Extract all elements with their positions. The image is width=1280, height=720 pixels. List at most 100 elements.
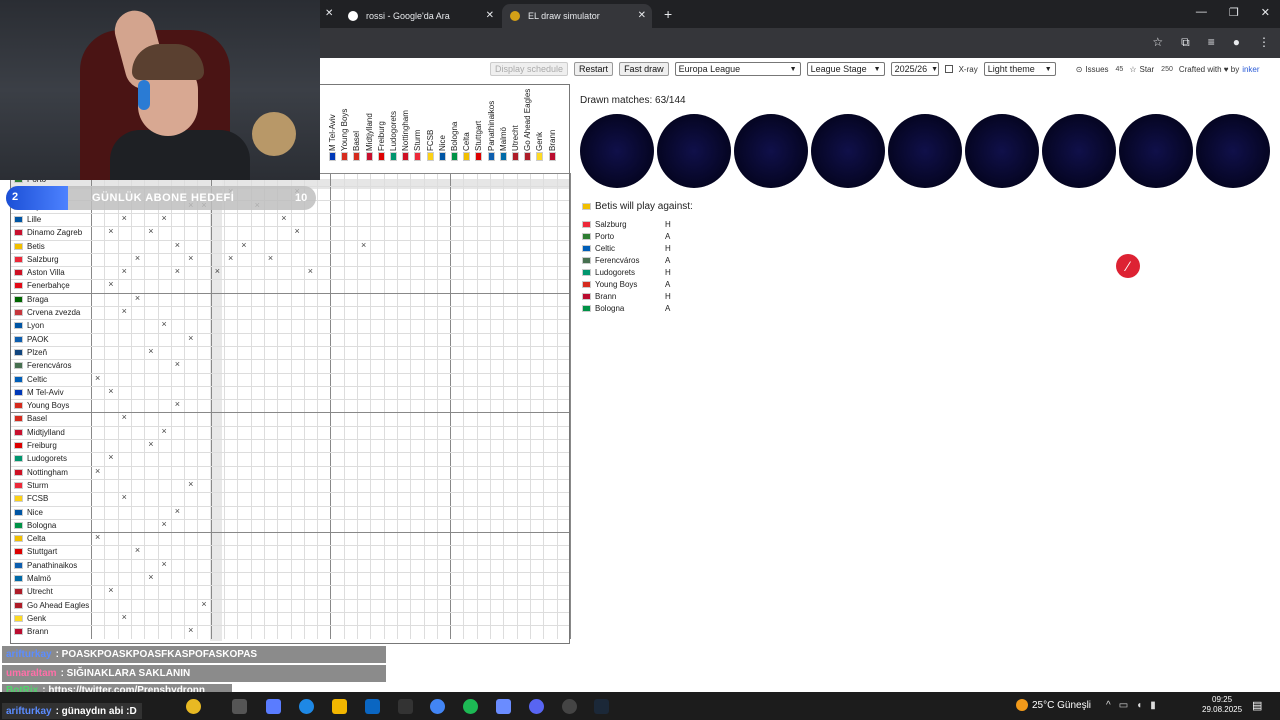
row-team-label: Braga bbox=[14, 295, 48, 304]
chevron-up-icon[interactable]: ^ bbox=[1106, 700, 1111, 711]
pot-ball[interactable] bbox=[580, 114, 654, 188]
team-name: Go Ahead Eagles bbox=[27, 600, 90, 610]
chat-text: : SIĞINAKLARA SAKLANIN bbox=[60, 668, 191, 679]
network-icon[interactable]: ▭ bbox=[1119, 700, 1128, 711]
xray-toggle[interactable]: X-ray bbox=[944, 65, 978, 74]
country-flag-icon bbox=[14, 535, 23, 543]
issues-link[interactable]: ⊙ Issues 45 bbox=[1076, 65, 1124, 74]
column-team-name: Midtjylland bbox=[364, 113, 374, 151]
obs-icon[interactable] bbox=[562, 699, 577, 714]
row-team-label: Lille bbox=[14, 215, 41, 224]
opponent-name: Young Boys bbox=[595, 279, 638, 289]
fast-draw-button[interactable]: Fast draw bbox=[619, 62, 669, 76]
tab-close-icon[interactable]: ✕ bbox=[638, 10, 646, 21]
row-team-label: Salzburg bbox=[14, 255, 59, 264]
stage-select[interactable]: League Stage ▼ bbox=[806, 62, 885, 76]
steam-icon[interactable] bbox=[594, 699, 609, 714]
country-flag-icon bbox=[582, 280, 591, 288]
pot-ball[interactable] bbox=[888, 114, 962, 188]
row-team-label: Panathinaikos bbox=[14, 561, 77, 570]
edge-icon[interactable] bbox=[299, 699, 314, 714]
xbox-icon[interactable] bbox=[398, 699, 413, 714]
pot-ball[interactable] bbox=[734, 114, 808, 188]
country-flag-icon bbox=[341, 152, 349, 161]
media-icon[interactable]: ≡ bbox=[1208, 35, 1215, 50]
bookmark-star-icon[interactable]: ☆ bbox=[1152, 35, 1163, 50]
display-schedule-button[interactable]: Display schedule bbox=[490, 62, 569, 76]
team-name: Celta bbox=[27, 534, 46, 544]
file-explorer-icon[interactable] bbox=[332, 699, 347, 714]
pot-ball[interactable] bbox=[965, 114, 1039, 188]
country-flag-icon bbox=[414, 152, 422, 161]
chrome-icon[interactable] bbox=[430, 699, 445, 714]
tab-google-search[interactable]: rossi - Google'da Ara ✕ bbox=[340, 4, 500, 28]
minimize-icon[interactable]: — bbox=[1196, 6, 1207, 19]
team-name: Celtic bbox=[27, 374, 48, 384]
match-mark: × bbox=[361, 239, 367, 250]
table-row: Braga bbox=[11, 292, 569, 306]
pot-ball[interactable] bbox=[1196, 114, 1270, 188]
row-team-label: Brann bbox=[14, 627, 48, 636]
new-tab-button[interactable]: + bbox=[664, 6, 672, 22]
country-flag-icon bbox=[463, 152, 471, 161]
country-flag-icon bbox=[14, 402, 23, 410]
table-row: Betis bbox=[11, 239, 569, 253]
team-name: Braga bbox=[27, 294, 49, 304]
match-mark: × bbox=[161, 212, 167, 223]
copilot-app-icon[interactable] bbox=[266, 699, 281, 714]
column-team-name: Malmö bbox=[498, 126, 508, 151]
pot-ball[interactable] bbox=[1042, 114, 1116, 188]
match-mark: × bbox=[108, 585, 114, 596]
country-flag-icon bbox=[524, 152, 532, 161]
system-tray: ^ ▭ ◖ ▮ bbox=[1106, 700, 1156, 711]
country-flag-icon bbox=[499, 152, 507, 161]
table-row: PAOK bbox=[11, 332, 569, 346]
team-name: M Tel-Aviv bbox=[27, 387, 64, 397]
spotify-icon[interactable] bbox=[463, 699, 478, 714]
notification-icon[interactable]: ▤ bbox=[1252, 699, 1262, 712]
pot-ball[interactable] bbox=[811, 114, 885, 188]
xray-checkbox[interactable] bbox=[944, 65, 953, 73]
volume-icon[interactable]: ◖ bbox=[1136, 700, 1142, 711]
address-bar[interactable] bbox=[320, 28, 1280, 58]
menu-icon[interactable]: ⋮ bbox=[1258, 35, 1270, 50]
drawn-matches-counter: Drawn matches: 63/144 bbox=[580, 95, 686, 106]
streamer-shirt bbox=[110, 130, 250, 180]
opponent-name: Celtic bbox=[595, 243, 616, 253]
battery-icon[interactable]: ▮ bbox=[1150, 700, 1156, 711]
match-mark: × bbox=[121, 306, 127, 316]
task-view-icon[interactable] bbox=[232, 699, 247, 714]
discord-icon[interactable] bbox=[529, 699, 544, 714]
profile-icon[interactable]: ● bbox=[1233, 35, 1240, 50]
match-mark: × bbox=[281, 212, 287, 223]
pot-ball[interactable] bbox=[657, 114, 731, 188]
browser-toolbar-icons: ☆ ⧉ ≡ ● ⋮ bbox=[1152, 35, 1270, 50]
venue-label: H bbox=[665, 267, 671, 277]
restore-icon[interactable]: ❐ bbox=[1229, 6, 1239, 19]
restart-button[interactable]: Restart bbox=[574, 62, 614, 76]
taskbar-clock[interactable]: 09:25 29.08.2025 bbox=[1202, 695, 1242, 715]
country-flag-icon bbox=[14, 601, 23, 609]
tab-close-icon[interactable]: ✕ bbox=[325, 8, 333, 19]
country-flag-icon bbox=[548, 152, 556, 161]
competition-select[interactable]: Europa League ▼ bbox=[674, 62, 801, 76]
team-name: Malmö bbox=[27, 574, 52, 583]
country-flag-icon bbox=[14, 335, 23, 343]
pot-ball[interactable] bbox=[1119, 114, 1193, 188]
author-link[interactable]: inker bbox=[1242, 65, 1259, 74]
season-select[interactable]: 2025/26 ▼ bbox=[890, 62, 939, 76]
tab-el-draw-simulator[interactable]: EL draw simulator ✕ bbox=[502, 4, 652, 28]
close-icon[interactable]: ✕ bbox=[1261, 6, 1270, 19]
tab-close-icon[interactable]: ✕ bbox=[486, 10, 494, 21]
extensions-icon[interactable]: ⧉ bbox=[1181, 35, 1190, 50]
outlook-icon[interactable] bbox=[365, 699, 380, 714]
match-mark: × bbox=[161, 425, 167, 436]
country-flag-icon bbox=[536, 152, 544, 161]
theme-select[interactable]: Light theme ▼ bbox=[983, 62, 1056, 76]
table-row: Bologna bbox=[11, 518, 569, 532]
weather-widget[interactable]: 25°C Güneşli bbox=[1016, 699, 1091, 711]
copilot-icon[interactable] bbox=[186, 699, 201, 714]
app-icon[interactable] bbox=[496, 699, 511, 714]
star-link[interactable]: ☆ Star 250 bbox=[1129, 65, 1173, 74]
spain-flag-icon bbox=[582, 203, 591, 210]
